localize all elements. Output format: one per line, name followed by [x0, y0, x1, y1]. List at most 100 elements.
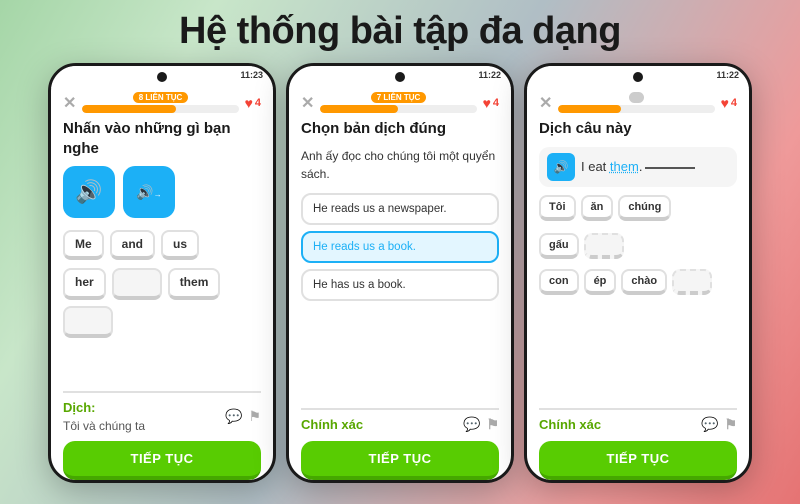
phone1-dich-bar: Dịch: Tôi và chúng ta 💬 ⚑ — [63, 399, 261, 433]
phone1-dich-label-text: Dịch: — [63, 400, 96, 415]
phone2-heart-count: 4 — [493, 97, 499, 109]
phone1-exercise-title: Nhấn vào những gì bạn nghe — [63, 119, 261, 158]
phone1-flag-icon[interactable]: ⚑ — [248, 408, 261, 425]
phone3-sentence-text: I eat them. — [581, 159, 695, 174]
page-wrapper: Hệ thống bài tập đa dạng 11:23 ✕ 8 LIÊN … — [0, 0, 800, 504]
phones-container: 11:23 ✕ 8 LIÊN TỤC ♥ 4 — [0, 63, 800, 483]
phone3-close-button[interactable]: ✕ — [539, 93, 552, 113]
phone2-option-2[interactable]: He reads us a book. — [301, 231, 499, 263]
phone3-chat-icon[interactable]: 💬 — [701, 416, 718, 433]
phone2-chinh-xac-area: Chính xác 💬 ⚑ — [301, 408, 499, 433]
phone1-continue-button[interactable]: TIẾP TỤC — [63, 441, 261, 480]
phone2-chinh-xac-label: Chính xác — [301, 417, 363, 432]
phone3-bank-chao[interactable]: chào — [621, 269, 667, 295]
phone1-audio-button[interactable]: 🔊 — [63, 166, 115, 218]
phone3-progress-area — [558, 92, 714, 113]
phone3-bank-empty-2 — [672, 269, 712, 295]
phone3-highlight-word: them — [610, 159, 639, 174]
phone3-audio-button[interactable]: 🔊 — [547, 153, 575, 181]
phone2-time: 11:22 — [478, 70, 501, 80]
phone2-choice-options: He reads us a newspaper. He reads us a b… — [301, 193, 499, 403]
phone1-empty-tile-2 — [63, 306, 113, 338]
phone2-question: Anh ấy đọc cho chúng tôi một quyển sách. — [301, 147, 499, 183]
phone1-heart-count: 4 — [255, 97, 261, 109]
page-title: Hệ thống bài tập đa dạng — [0, 0, 800, 61]
phone2-bottom-area: Chính xác 💬 ⚑ TIẾP TỤC — [301, 402, 499, 480]
phone1-audio-buttons: 🔊 🔊→ — [63, 166, 261, 218]
phone3-bank-empty-1 — [584, 233, 624, 259]
phone2-chat-icon[interactable]: 💬 — [463, 416, 480, 433]
phone-2: 11:22 ✕ 7 LIÊN TỤC ♥ 4 — [286, 63, 514, 483]
phone3-bottom-area: Chính xác 💬 ⚑ TIẾP TỤC — [539, 402, 737, 480]
phone1-camera — [157, 72, 167, 82]
phone3-heart-icon: ♥ — [721, 95, 729, 111]
phone3-chinh-xac-label: Chính xác — [539, 417, 601, 432]
phone2-continue-button[interactable]: TIẾP TỤC — [301, 441, 499, 480]
phone1-status-bar: 11:23 — [51, 66, 273, 88]
phone3-chips: Tôi ăn chúng — [539, 195, 737, 221]
phone1-tile-her[interactable]: her — [63, 268, 106, 300]
phone1-progress-area: 8 LIÊN TỤC — [82, 92, 238, 113]
phone2-heart-icon: ♥ — [483, 95, 491, 111]
phone3-hearts: ♥ 4 — [721, 95, 737, 111]
phone2-content: ✕ 7 LIÊN TỤC ♥ 4 Chọn bản dịch đúng — [289, 88, 511, 480]
phone1-streak-badge: 8 LIÊN TỤC — [133, 92, 189, 103]
phone3-exercise-title: Dịch câu này — [539, 119, 737, 139]
phone3-continue-button[interactable]: TIẾP TỤC — [539, 441, 737, 480]
phone1-speaker-slow-icon: 🔊→ — [136, 184, 161, 201]
phone1-content: ✕ 8 LIÊN TỤC ♥ 4 Nhấn vào những gì bạn n… — [51, 88, 273, 480]
phone2-exercise-bar: ✕ 7 LIÊN TỤC ♥ 4 — [301, 88, 499, 119]
phone3-progress-bar — [558, 105, 714, 113]
phone2-progress-fill — [320, 105, 398, 113]
phone3-word-bank: gấu con ép chào — [539, 233, 737, 295]
phone3-flag-icon[interactable]: ⚑ — [724, 416, 737, 433]
phone3-camera — [633, 72, 643, 82]
phone3-speaker-icon: 🔊 — [554, 160, 569, 174]
phone3-exercise-bar: ✕ ♥ 4 — [539, 88, 737, 119]
phone1-tile-and[interactable]: and — [110, 230, 155, 260]
phone3-chip-an[interactable]: ăn — [581, 195, 614, 221]
phone2-streak-badge: 7 LIÊN TỤC — [371, 92, 427, 103]
phone3-bank-con[interactable]: con — [539, 269, 579, 295]
phone1-tile-us[interactable]: us — [161, 230, 199, 260]
phone1-word-tiles-row1: Me and us — [63, 230, 261, 260]
phone2-flag-icon[interactable]: ⚑ — [486, 416, 499, 433]
phone1-hearts: ♥ 4 — [245, 95, 261, 111]
phone1-tile-them[interactable]: them — [168, 268, 221, 300]
phone3-bank-ep[interactable]: ép — [584, 269, 617, 295]
phone3-gap-line — [645, 167, 695, 169]
phone2-close-button[interactable]: ✕ — [301, 93, 314, 113]
phone2-chinh-xac-bar: Chính xác 💬 ⚑ — [301, 416, 499, 433]
phone2-option-1[interactable]: He reads us a newspaper. — [301, 193, 499, 225]
phone1-heart-icon: ♥ — [245, 95, 253, 111]
phone3-chip-chung[interactable]: chúng — [618, 195, 671, 221]
phone3-bank-gau[interactable]: gấu — [539, 233, 579, 259]
phone1-dich-area: Dịch: Tôi và chúng ta 💬 ⚑ — [63, 391, 261, 433]
phone1-exercise-bar: ✕ 8 LIÊN TỤC ♥ 4 — [63, 88, 261, 119]
phone1-dich-label: Dịch: Tôi và chúng ta — [63, 399, 145, 433]
phone3-streak-badge — [629, 92, 643, 103]
phone3-chip-toi[interactable]: Tôi — [539, 195, 576, 221]
phone1-progress-bar — [82, 105, 238, 113]
phone1-audio-slow-button[interactable]: 🔊→ — [123, 166, 175, 218]
phone1-tile-me[interactable]: Me — [63, 230, 104, 260]
phone3-dich-icons: 💬 ⚑ — [701, 416, 737, 433]
phone2-progress-area: 7 LIÊN TỤC — [320, 92, 476, 113]
phone2-camera — [395, 72, 405, 82]
phone3-time: 11:22 — [716, 70, 739, 80]
phone2-status-bar: 11:22 — [289, 66, 511, 88]
phone1-bottom-area: Dịch: Tôi và chúng ta 💬 ⚑ TIẾP TỤC — [63, 385, 261, 480]
phone1-speaker-icon: 🔊 — [75, 179, 102, 205]
phone3-content: ✕ ♥ 4 Dịch câu này — [527, 88, 749, 480]
phone2-option-3[interactable]: He has us a book. — [301, 269, 499, 301]
phone3-heart-count: 4 — [731, 97, 737, 109]
phone3-chinh-xac-area: Chính xác 💬 ⚑ — [539, 408, 737, 433]
phone1-word-tiles-row2: her them — [63, 268, 261, 338]
phone1-time: 11:23 — [240, 70, 263, 80]
phone1-close-button[interactable]: ✕ — [63, 93, 76, 113]
phone2-exercise-title: Chọn bản dịch đúng — [301, 119, 499, 139]
phone1-chat-icon[interactable]: 💬 — [225, 408, 242, 425]
phone3-status-bar: 11:22 — [527, 66, 749, 88]
phone2-hearts: ♥ 4 — [483, 95, 499, 111]
phone1-progress-fill — [82, 105, 176, 113]
